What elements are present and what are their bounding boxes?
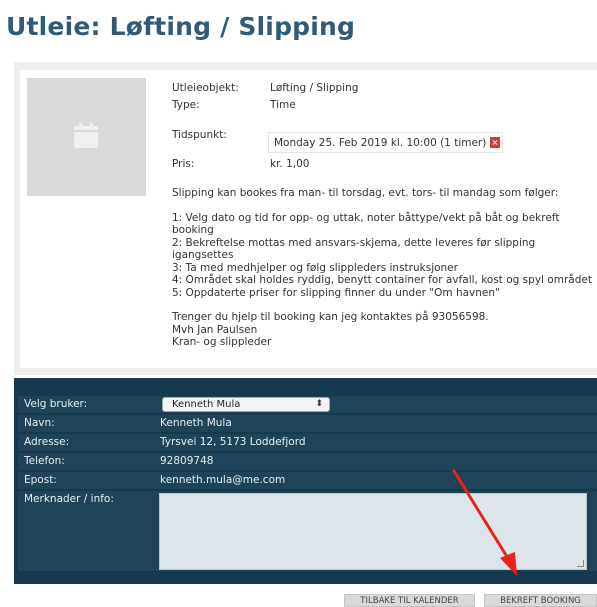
name-row: Navn: Kenneth Mula xyxy=(18,415,597,432)
rental-object-value: Løfting / Slipping xyxy=(270,82,359,94)
description-steps: 1: Velg dato og tid for opp- og uttak, n… xyxy=(172,212,597,300)
rental-description: Slipping kan bookes fra man- til torsdag… xyxy=(172,187,597,349)
user-select-value: Kenneth Mula xyxy=(172,399,241,410)
name-value: Kenneth Mula xyxy=(160,417,232,429)
email-row: Epost: kenneth.mula@me.com xyxy=(18,472,597,489)
time-slot: Monday 25. Feb 2019 kl. 10:00 (1 timer) … xyxy=(268,132,503,153)
phone-value: 92809748 xyxy=(160,455,214,467)
price-label: Pris: xyxy=(172,158,195,170)
booking-details-panel: Utleieobjekt: Løfting / Slipping Type: T… xyxy=(14,62,597,375)
remove-time-icon[interactable]: × xyxy=(490,137,500,148)
rental-object-image-placeholder xyxy=(27,78,146,196)
user-form-panel: Velg bruker: Kenneth Mula ⬍ Navn: Kennet… xyxy=(14,378,597,584)
page-title: Utleie: Løfting / Slipping xyxy=(6,12,356,41)
time-slot-value: Monday 25. Feb 2019 kl. 10:00 (1 timer) xyxy=(274,137,487,149)
price-value: kr. 1,00 xyxy=(270,158,310,170)
description-step: 2: Bekreftelse mottas med ansvars-skjema… xyxy=(172,236,536,262)
name-label: Navn: xyxy=(24,417,55,429)
address-value: Tyrsvei 12, 5173 Loddefjord xyxy=(160,436,306,448)
email-label: Epost: xyxy=(24,474,57,486)
booking-details-card: Utleieobjekt: Løfting / Slipping Type: T… xyxy=(20,70,597,368)
type-value: Time xyxy=(270,99,296,111)
select-user-row: Velg bruker: Kenneth Mula ⬍ xyxy=(18,396,597,413)
description-step: 3: Ta med medhjelper og følg slippleders… xyxy=(172,261,458,274)
select-user-label: Velg bruker: xyxy=(24,398,88,410)
description-step: 4: Området skal holdes ryddig, benytt co… xyxy=(172,274,592,286)
type-label: Type: xyxy=(172,99,200,111)
rental-object-label: Utleieobjekt: xyxy=(172,82,239,94)
phone-label: Telefon: xyxy=(24,455,65,467)
description-step: 5: Oppdaterte priser for slipping finner… xyxy=(172,286,500,299)
email-value: kenneth.mula@me.com xyxy=(160,474,286,486)
address-label: Adresse: xyxy=(24,436,70,448)
description-intro: Slipping kan bookes fra man- til torsdag… xyxy=(172,187,559,199)
phone-row: Telefon: 92809748 xyxy=(18,453,597,470)
back-to-calendar-button[interactable]: TILBAKE TIL KALENDER xyxy=(344,594,475,607)
description-step: 1: Velg dato og tid for opp- og uttak, n… xyxy=(172,211,560,237)
confirm-booking-button[interactable]: BEKREFT BOOKING xyxy=(484,594,597,607)
user-select[interactable]: Kenneth Mula ⬍ xyxy=(162,397,330,412)
contact-line: Trenger du hjelp til booking kan jeg kon… xyxy=(172,311,489,323)
signature-name: Mvh Jan Paulsen xyxy=(172,323,258,336)
time-label: Tidspunkt: xyxy=(172,129,227,141)
select-arrows-icon: ⬍ xyxy=(315,399,323,409)
resize-grip-icon[interactable] xyxy=(577,560,584,567)
calendar-icon xyxy=(74,123,98,148)
notes-textarea[interactable] xyxy=(159,493,587,570)
address-row: Adresse: Tyrsvei 12, 5173 Loddefjord xyxy=(18,434,597,451)
notes-label: Merknader / info: xyxy=(24,493,114,505)
signature-title: Kran- og slippleder xyxy=(172,336,272,348)
